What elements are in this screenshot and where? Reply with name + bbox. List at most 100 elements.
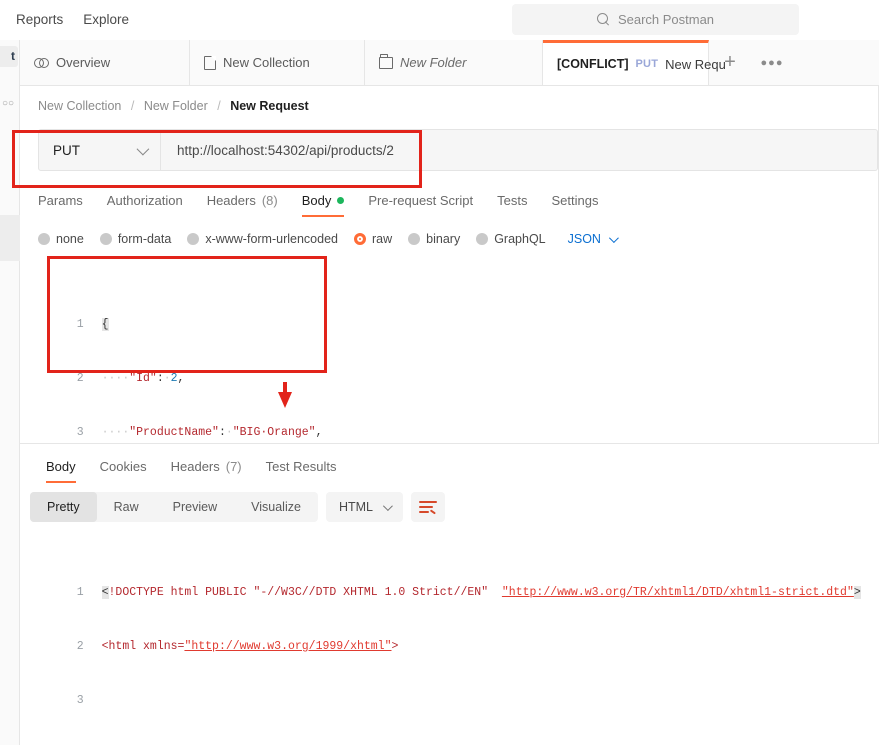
- body-format-label: JSON: [567, 232, 601, 246]
- view-mode-pretty[interactable]: Pretty: [30, 492, 97, 522]
- response-format-select[interactable]: HTML: [325, 492, 403, 522]
- code-line: 2 ····"Id":·2,: [26, 352, 879, 385]
- tab-body-label: Body: [301, 193, 332, 208]
- tab-new-folder-label: New Folder: [400, 55, 467, 70]
- tab-response-headers-label: Headers: [170, 459, 220, 474]
- tab-options-icon[interactable]: ●●●: [751, 40, 793, 85]
- tab-new-collection-label: New Collection: [223, 55, 310, 70]
- request-tabs: Params Authorization Headers (8) Body Pr…: [38, 187, 879, 217]
- breadcrumb-collection[interactable]: New Collection: [38, 99, 121, 113]
- radio-urlencoded-icon: [187, 233, 200, 245]
- body-type-graphql-label: GraphQL: [494, 232, 546, 246]
- chevron-down-icon: [608, 232, 619, 243]
- tab-overview[interactable]: Overview: [20, 40, 190, 85]
- tab-response-body-label: Body: [46, 459, 76, 474]
- tab-test-results-label: Test Results: [265, 459, 337, 474]
- tab-headers[interactable]: Headers (8): [207, 193, 292, 217]
- tab-authorization-label: Authorization: [106, 193, 183, 208]
- view-mode-raw[interactable]: Raw: [97, 492, 156, 522]
- body-type-form-data[interactable]: form-data: [99, 232, 171, 246]
- sidebar-more-icon[interactable]: ○○: [2, 98, 14, 109]
- explore-link[interactable]: Explore: [73, 0, 139, 40]
- tab-settings-label: Settings: [551, 193, 599, 208]
- tab-new-folder[interactable]: New Folder: [365, 40, 543, 85]
- tab-test-results[interactable]: Test Results: [266, 459, 351, 483]
- code-line: 4<head>: [26, 728, 879, 745]
- tab-request-name: New Requ: [665, 56, 726, 72]
- chevron-down-icon: [136, 142, 150, 155]
- body-type-graphql[interactable]: GraphQL: [476, 232, 546, 246]
- view-mode-visualize[interactable]: Visualize: [234, 492, 318, 522]
- tab-new-request-active[interactable]: [CONFLICT] PUT New Requ: [543, 40, 726, 85]
- line-number: 1: [76, 318, 84, 331]
- line-number: 3: [76, 426, 84, 439]
- response-toolbar: Pretty Raw Preview Visualize HTML: [30, 492, 445, 522]
- tab-params[interactable]: Params: [38, 193, 97, 217]
- tab-body[interactable]: Body: [301, 193, 359, 217]
- search-placeholder: Search Postman: [617, 12, 715, 27]
- reports-link[interactable]: Reports: [6, 0, 73, 40]
- wrap-text-icon-line2: [418, 506, 433, 508]
- tab-pre-request-script-label: Pre-request Script: [368, 193, 474, 208]
- left-sidebar-rail: t ○○: [0, 40, 20, 745]
- view-mode-preview[interactable]: Preview: [156, 492, 234, 522]
- body-type-binary[interactable]: binary: [408, 232, 460, 246]
- tab-authorization[interactable]: Authorization: [107, 193, 197, 217]
- tab-settings[interactable]: Settings: [551, 193, 612, 217]
- body-format-select[interactable]: JSON: [567, 232, 619, 246]
- body-type-urlencoded[interactable]: x-www-form-urlencoded: [187, 232, 338, 246]
- chevron-down-icon: [382, 500, 393, 511]
- line-number: 2: [76, 372, 84, 385]
- line-number: 2: [76, 640, 84, 653]
- body-type-none-label: none: [56, 232, 84, 246]
- tab-tests-label: Tests: [497, 193, 528, 208]
- breadcrumb-separator-1: /: [130, 99, 135, 113]
- response-tabs: Body Cookies Headers (7) Test Results: [46, 455, 360, 483]
- request-body-editor[interactable]: 1{ 2 ····"Id":·2, 3 ····"ProductName":·"BI…: [26, 262, 879, 442]
- top-header-bar: Reports Explore Search Postman: [0, 0, 879, 40]
- search-input[interactable]: Search Postman: [512, 4, 799, 35]
- sidebar-collection-chip[interactable]: t: [0, 46, 18, 67]
- response-separator: [20, 443, 879, 444]
- http-method-label: PUT: [53, 142, 80, 158]
- url-row: PUT http://localhost:54302/api/products/…: [38, 129, 878, 171]
- breadcrumb-separator-2: /: [217, 99, 221, 113]
- body-present-dot: [337, 197, 345, 204]
- tab-response-body[interactable]: Body: [46, 459, 90, 483]
- tab-conflict-badge: [CONFLICT]: [557, 57, 629, 71]
- tab-response-headers-count: (7): [225, 459, 242, 474]
- breadcrumb-request: New Request: [230, 99, 309, 113]
- code-line: 1 <!DOCTYPE html PUBLIC "-//W3C//DTD XHTM…: [26, 566, 879, 599]
- line-number: 3: [76, 694, 84, 707]
- body-type-none[interactable]: none: [38, 232, 84, 246]
- collection-icon: [204, 55, 216, 70]
- response-body-editor[interactable]: 1 <!DOCTYPE html PUBLIC "-//W3C//DTD XHTM…: [26, 530, 879, 745]
- code-text: {: [101, 318, 109, 331]
- tab-response-cookies[interactable]: Cookies: [100, 459, 161, 483]
- overview-icon: [34, 56, 49, 69]
- body-type-radio-group: none form-data x-www-form-urlencoded raw…: [38, 226, 879, 252]
- code-line: 2 <html xmlns="http://www.w3.org/1999/xht…: [26, 620, 879, 653]
- tab-response-headers[interactable]: Headers (7): [171, 459, 256, 483]
- tab-method-label: PUT: [635, 58, 659, 70]
- tab-overview-label: Overview: [56, 55, 111, 70]
- tab-tests[interactable]: Tests: [497, 193, 541, 217]
- body-type-raw[interactable]: raw: [354, 232, 392, 246]
- breadcrumb-folder[interactable]: New Folder: [144, 99, 208, 113]
- sidebar-selection-indicator: [0, 215, 20, 261]
- radio-graphql-icon: [476, 233, 489, 245]
- url-input[interactable]: http://localhost:54302/api/products/2: [161, 129, 878, 171]
- http-method-select[interactable]: PUT: [38, 129, 161, 171]
- radio-form-data-icon: [99, 233, 112, 245]
- tab-params-label: Params: [38, 193, 83, 208]
- breadcrumb: New Collection / New Folder / New Reques…: [20, 86, 879, 123]
- tab-new-collection[interactable]: New Collection: [190, 40, 365, 85]
- folder-icon: [379, 53, 393, 69]
- radio-binary-icon: [408, 233, 421, 245]
- search-icon: [596, 13, 610, 26]
- tab-headers-count: (8): [261, 193, 278, 208]
- wrap-text-button[interactable]: [410, 492, 445, 522]
- tab-headers-label: Headers: [206, 193, 256, 208]
- tab-pre-request-script[interactable]: Pre-request Script: [368, 193, 487, 217]
- tab-response-cookies-label: Cookies: [99, 459, 147, 474]
